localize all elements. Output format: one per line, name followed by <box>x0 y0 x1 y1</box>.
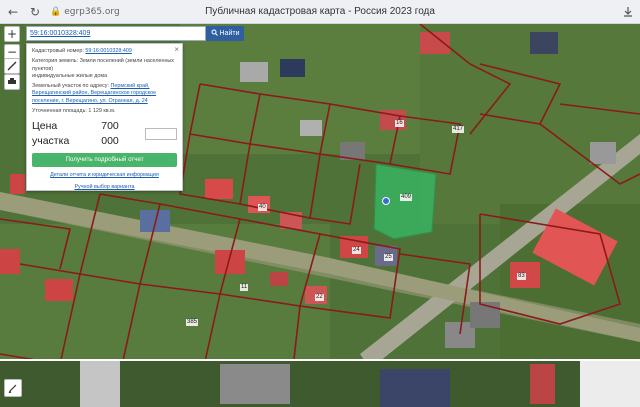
plot-label: 11 <box>240 284 249 291</box>
download-icon[interactable] <box>622 5 634 17</box>
plot-label: 409 <box>400 194 413 201</box>
land-category-row: Категория земель: Земли поселений (земли… <box>32 58 177 80</box>
address-bar[interactable]: 🔒 egrp365.org <box>50 4 120 20</box>
land-category-label: Категория земель: <box>32 58 79 65</box>
plot-label: 16 <box>395 120 404 127</box>
plot-label: 385 <box>186 319 199 326</box>
print-icon[interactable] <box>4 74 20 90</box>
address-row: Земельный участок по адресу: Пермский кр… <box>32 83 177 105</box>
back-icon[interactable]: ← <box>4 3 22 21</box>
cadastral-search-input[interactable] <box>27 27 205 40</box>
plot-label: 24 <box>352 247 361 254</box>
price-input[interactable] <box>145 127 177 140</box>
area-label: Уточненная площадь: <box>32 108 87 115</box>
cadastral-number-link[interactable]: 59:16:0010328:409 <box>85 48 131 54</box>
plot-label: 22 <box>315 294 324 301</box>
area-value: 1 129 кв.м. <box>88 108 116 115</box>
address-label: Земельный участок по адресу: <box>32 83 109 90</box>
zoom-in-button[interactable]: + <box>4 26 20 42</box>
search-box <box>26 26 206 41</box>
land-use-value: индивидуальные жилые дома <box>32 72 108 79</box>
plot-label: 40 <box>258 204 267 211</box>
close-icon[interactable]: × <box>174 45 179 56</box>
plot-label: 25 <box>384 254 393 261</box>
address-text: egrp365.org <box>64 6 120 17</box>
plot-label: 417 <box>452 126 465 133</box>
search-icon <box>211 29 218 38</box>
cadastral-number-label: Кадастровый номер: <box>32 48 84 54</box>
browser-toolbar: ← ↻ 🔒 egrp365.org Публичная кадастровая … <box>0 0 640 24</box>
area-row: Уточненная площадь: 1 129 кв.м. <box>32 108 177 115</box>
edit-icon[interactable] <box>4 379 22 397</box>
plot-label: 83 <box>517 273 526 280</box>
report-details-link[interactable]: Детали отчета и юридическая информация <box>50 172 159 178</box>
search-button[interactable]: Найти <box>206 26 244 41</box>
reload-icon[interactable]: ↻ <box>26 3 44 21</box>
ruler-icon[interactable] <box>4 58 20 74</box>
lock-icon: 🔒 <box>50 6 62 17</box>
parcel-info-panel: × Кадастровый номер: 59:16:0010328:409 К… <box>26 43 183 191</box>
get-report-button[interactable]: Получить подробный отчет <box>32 152 177 167</box>
map-divider <box>0 359 640 361</box>
search-button-label: Найти <box>219 30 240 37</box>
price-value: 700 000 <box>101 120 119 147</box>
price-row: Цена участка 700 000 <box>32 119 177 147</box>
price-label: Цена участка <box>32 120 70 147</box>
cadastral-number-row: Кадастровый номер: 59:16:0010328:409 <box>32 48 177 55</box>
parcel-marker <box>382 197 390 205</box>
manual-choice-link[interactable]: Ручной выбор варианта <box>74 184 134 190</box>
